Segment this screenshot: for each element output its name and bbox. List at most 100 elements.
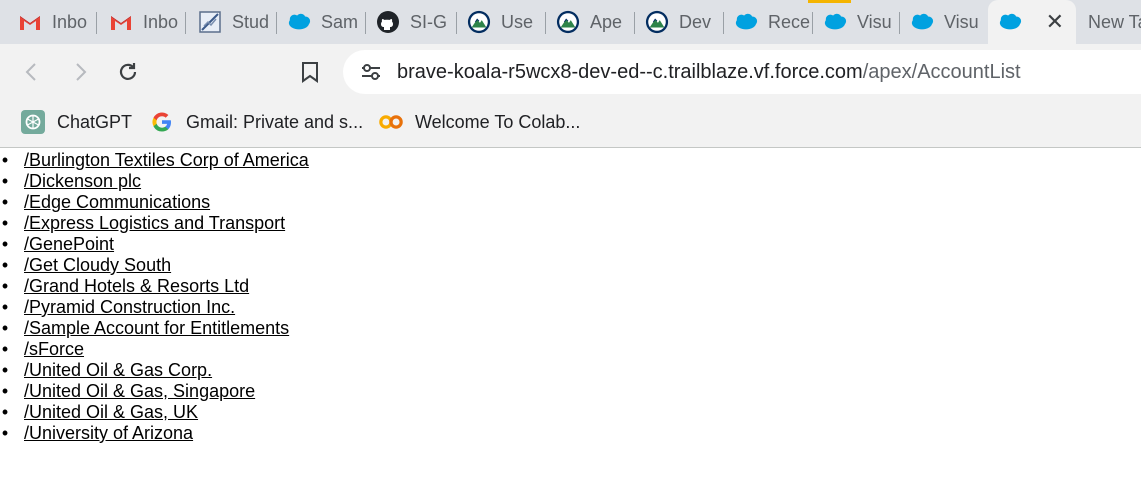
bullet: • <box>1 423 9 443</box>
bullet: • <box>1 339 9 359</box>
address-bar[interactable]: brave-koala-r5wcx8-dev-ed--c.trailblaze.… <box>343 50 1141 94</box>
list-item: • /Burlington Textiles Corp of America <box>2 150 1141 171</box>
tab-salesforce-visualforce-2[interactable]: Visu <box>900 0 988 44</box>
close-tab-icon[interactable]: ✕ <box>1046 9 1064 35</box>
tab-github[interactable]: SI-G <box>366 0 457 44</box>
account-link[interactable]: /Dickenson plc <box>24 171 141 191</box>
tab-title: Stud <box>232 11 270 32</box>
reload-button[interactable] <box>113 57 143 87</box>
tab-strip: Inbo Inbo Stud Sam SI-G Use Ape Dev Rece… <box>0 0 1141 44</box>
list-item: • /United Oil & Gas, UK <box>2 402 1141 423</box>
tab-title: Inbo <box>52 11 88 32</box>
tab-trailhead-use[interactable]: Use <box>457 0 546 44</box>
bullet: • <box>1 150 9 170</box>
bullet: • <box>1 171 9 191</box>
url-text: brave-koala-r5wcx8-dev-ed--c.trailblaze.… <box>397 61 1021 84</box>
tab-salesforce-sample[interactable]: Sam <box>277 0 366 44</box>
salesforce-cloud-icon <box>734 10 758 34</box>
account-link[interactable]: /University of Arizona <box>24 423 193 443</box>
chatgpt-icon <box>21 110 45 134</box>
list-item: • /United Oil & Gas Corp. <box>2 360 1141 381</box>
list-item: • /Grand Hotels & Resorts Ltd <box>2 276 1141 297</box>
account-link[interactable]: /GenePoint <box>24 234 114 254</box>
list-item: • /Dickenson plc <box>2 171 1141 192</box>
gmail-icon <box>18 10 42 34</box>
tab-gmail-inbox[interactable]: Inbo <box>0 0 97 44</box>
url-path: /apex/AccountList <box>862 60 1021 83</box>
github-icon <box>376 10 400 34</box>
bullet: • <box>1 318 9 338</box>
bookmark-label: ChatGPT <box>57 111 133 132</box>
tab-title: Inbo <box>143 11 179 32</box>
site-info-icon[interactable] <box>359 60 383 84</box>
tab-title: Sam <box>321 11 359 32</box>
studio-icon <box>198 10 222 34</box>
tab-salesforce-recent[interactable]: Rece <box>724 0 813 44</box>
bullet: • <box>1 276 9 296</box>
bullet: • <box>1 192 9 212</box>
bullet: • <box>1 213 9 233</box>
gmail-icon <box>109 10 133 34</box>
bookmark-chatgpt[interactable]: ChatGPT <box>21 108 132 136</box>
tab-trailhead-apex[interactable]: Ape <box>546 0 635 44</box>
bookmark-gmail[interactable]: Gmail: Private and s... <box>150 108 363 136</box>
bookmark-colab[interactable]: Welcome To Colab... <box>379 108 580 136</box>
colab-icon <box>379 110 403 134</box>
bookmarks-bar: ChatGPT Gmail: Private and s... Welcome … <box>0 99 1141 148</box>
account-link[interactable]: /Sample Account for Entitlements <box>24 318 289 338</box>
list-item: • /Edge Communications <box>2 192 1141 213</box>
tab-title: Visu <box>857 11 892 32</box>
bullet: • <box>1 360 9 380</box>
bullet: • <box>1 402 9 422</box>
salesforce-cloud-icon <box>998 10 1022 34</box>
tab-title: Dev <box>679 11 712 32</box>
tab-title: Ape <box>590 11 623 32</box>
account-link[interactable]: /Express Logistics and Transport <box>24 213 285 233</box>
account-link[interactable]: /United Oil & Gas, UK <box>24 402 198 422</box>
tab-new-tab[interactable]: New Ta <box>1076 0 1141 44</box>
bookmark-icon <box>302 62 318 83</box>
tab-title: Visu <box>944 11 979 32</box>
bullet: • <box>1 234 9 254</box>
list-item: • /Sample Account for Entitlements <box>2 318 1141 339</box>
list-item: • /sForce <box>2 339 1141 360</box>
account-link[interactable]: /Grand Hotels & Resorts Ltd <box>24 276 249 296</box>
account-link[interactable]: /United Oil & Gas Corp. <box>24 360 212 380</box>
forward-arrow-icon <box>76 63 87 81</box>
account-list: • /Burlington Textiles Corp of America • /… <box>0 150 1141 444</box>
tab-gmail-inbox-2[interactable]: Inbo <box>97 0 186 44</box>
bookmark-button[interactable] <box>295 57 325 87</box>
tab-trailhead-dev[interactable]: Dev <box>635 0 724 44</box>
list-item: • /GenePoint <box>2 234 1141 255</box>
account-link[interactable]: /Edge Communications <box>24 192 210 212</box>
salesforce-cloud-icon <box>287 10 311 34</box>
list-item: • /Express Logistics and Transport <box>2 213 1141 234</box>
tab-title: SI-G <box>410 11 448 32</box>
trailhead-icon <box>556 10 580 34</box>
tab-studio[interactable]: Stud <box>186 0 277 44</box>
tab-title: Use <box>501 11 534 32</box>
list-item: • /United Oil & Gas, Singapore <box>2 381 1141 402</box>
back-button[interactable] <box>17 57 47 87</box>
list-item: • /Get Cloudy South <box>2 255 1141 276</box>
account-link[interactable]: /Burlington Textiles Corp of America <box>24 150 309 170</box>
account-link[interactable]: /Get Cloudy South <box>24 255 171 275</box>
account-link[interactable]: /Pyramid Construction Inc. <box>24 297 235 317</box>
bookmark-label: Welcome To Colab... <box>415 111 581 132</box>
tab-title: New Ta <box>1088 11 1141 32</box>
bullet: • <box>1 381 9 401</box>
bookmark-label: Gmail: Private and s... <box>186 111 364 132</box>
bullet: • <box>1 297 9 317</box>
tab-title: Rece <box>768 11 811 32</box>
account-link[interactable]: /sForce <box>24 339 84 359</box>
account-link[interactable]: /United Oil & Gas, Singapore <box>24 381 255 401</box>
page-content: • /Burlington Textiles Corp of America • /… <box>0 149 1141 444</box>
back-arrow-icon <box>25 63 36 81</box>
forward-button[interactable] <box>65 57 95 87</box>
google-icon <box>150 110 174 134</box>
tab-active-account-list[interactable]: ✕ <box>988 0 1076 44</box>
bullet: • <box>1 255 9 275</box>
url-host: brave-koala-r5wcx8-dev-ed--c.trailblaze.… <box>397 60 863 83</box>
list-item: • /Pyramid Construction Inc. <box>2 297 1141 318</box>
tab-salesforce-visualforce[interactable]: Visu <box>813 0 900 44</box>
